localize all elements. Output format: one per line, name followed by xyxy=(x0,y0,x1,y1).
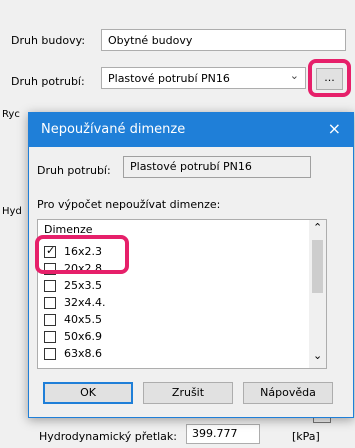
chevron-down-icon: ⌄ xyxy=(289,69,299,82)
label-hyd: Hyd xyxy=(2,206,22,217)
item-label: 40x5.5 xyxy=(64,313,103,326)
item-checkbox[interactable] xyxy=(44,280,56,292)
building-type-select[interactable]: Obytné budovy xyxy=(101,29,346,51)
dialog-pipe-value: Plastové potrubí PN16 xyxy=(130,160,252,173)
ok-button[interactable]: OK xyxy=(43,382,133,404)
hydro-unit: [kPa] xyxy=(292,430,320,443)
pipe-type-label: Druh potrubí: xyxy=(11,75,85,88)
hydro-label: Hydrodynamický přetlak: xyxy=(39,430,177,443)
scroll-down-icon[interactable]: ⌄ xyxy=(313,349,322,362)
hydro-value: 399.777 xyxy=(192,427,238,440)
dialog-titlebar: Nepoužívané dimenze × xyxy=(29,113,353,147)
item-label: 63x8.6 xyxy=(64,347,103,360)
building-type-value: Obytné budovy xyxy=(108,34,193,47)
dialog-instruction: Pro výpočet nepoužívat dimenze: xyxy=(37,198,221,211)
unused-dimensions-dialog: Nepoužívané dimenze × Druh potrubí: Plas… xyxy=(28,112,354,418)
list-scrollbar[interactable]: ⌃ ⌄ xyxy=(309,220,326,368)
building-type-label: Druh budovy: xyxy=(11,34,86,47)
dialog-pipe-field: Plastové potrubí PN16 xyxy=(123,156,311,178)
item-label: 25x3.5 xyxy=(64,279,103,292)
item-label: 32x4.4. xyxy=(64,296,106,309)
pipe-type-value: Plastové potrubí PN16 xyxy=(108,72,230,85)
dialog-title: Nepoužívané dimenze xyxy=(41,122,186,137)
close-icon[interactable]: × xyxy=(328,119,341,138)
item-checkbox[interactable] xyxy=(44,314,56,326)
label-ryc: Ryc xyxy=(2,109,20,120)
pipe-type-select[interactable]: Plastové potrubí PN16 ⌄ xyxy=(101,67,306,89)
item-checkbox[interactable] xyxy=(44,348,56,360)
scroll-up-icon[interactable]: ⌃ xyxy=(313,221,322,234)
dialog-pipe-label: Druh potrubí: xyxy=(37,164,111,177)
item-label: 50x6.9 xyxy=(64,330,103,343)
scroll-thumb[interactable] xyxy=(312,240,323,293)
item-checkbox[interactable] xyxy=(44,331,56,343)
highlight-first-item xyxy=(35,235,129,274)
item-checkbox[interactable] xyxy=(44,297,56,309)
hydro-value-field[interactable]: 399.777 xyxy=(186,424,260,444)
highlight-browse-button xyxy=(308,59,351,97)
help-button[interactable]: Nápověda xyxy=(243,382,333,404)
cancel-button[interactable]: Zrušit xyxy=(143,382,233,404)
